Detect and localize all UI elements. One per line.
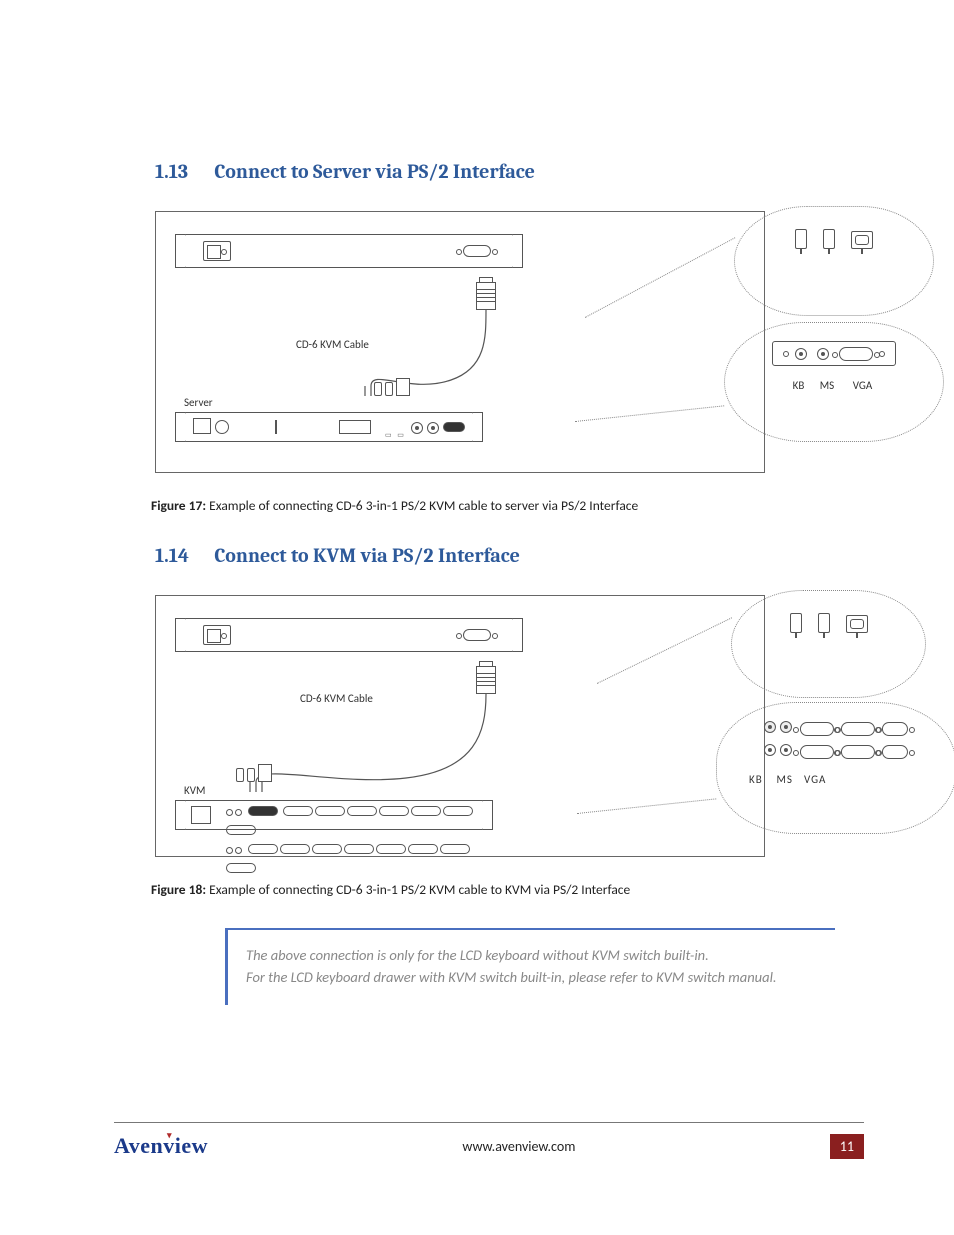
footer-url: www.avenview.com	[462, 1138, 575, 1155]
lcd-drawer-unit	[184, 234, 514, 268]
cable-path-icon	[236, 692, 506, 792]
figure-label: Figure 18:	[151, 881, 206, 898]
kb-label: KB	[749, 773, 773, 786]
section-title: Connect to Server via PS/2 Interface	[214, 160, 534, 183]
figure-17-caption: Figure 17: Example of connecting CD-6 3-…	[151, 497, 839, 514]
ms-label: MS	[814, 379, 840, 392]
brand-logo: Avenview ▾	[114, 1133, 208, 1159]
vga-plug-icon	[851, 231, 873, 249]
page-number: 11	[830, 1134, 864, 1159]
ps2-port-icon	[795, 348, 807, 360]
section-heading-114: 1.14 Connect to KVM via PS/2 Interface	[155, 544, 839, 567]
figure-18-caption: Figure 18: Example of connecting CD-6 3-…	[151, 881, 839, 898]
figure-label: Figure 17:	[151, 497, 206, 514]
callout-connectors	[731, 590, 926, 698]
ps2-plug-icon	[790, 613, 802, 633]
kb-label: KB	[786, 379, 812, 392]
cable-label: CD-6 KVM Cable	[296, 338, 369, 351]
ps2-plug-icon	[823, 229, 835, 249]
figure-18-diagram: CD-6 KVM Cable KVM	[155, 595, 765, 857]
callout-kvm-ports: KB MS VGA	[716, 702, 954, 834]
note-callout: The above connection is only for the LCD…	[225, 928, 835, 1005]
figure-caption-text: Example of connecting CD-6 3-in-1 PS/2 K…	[209, 497, 638, 514]
ps2-plug-icon	[795, 229, 807, 249]
section-number: 1.13	[155, 160, 210, 183]
section-number: 1.14	[155, 544, 210, 567]
figure-17-diagram: CD-6 KVM Cable Server ▭ ▭	[155, 211, 765, 473]
cable-fanout	[236, 764, 272, 782]
brand-dot-icon: ▾	[167, 1130, 172, 1141]
ps2-port-icon	[817, 348, 829, 360]
cable-label: CD-6 KVM Cable	[300, 692, 373, 705]
note-line-1: The above connection is only for the LCD…	[246, 944, 825, 966]
kvm-unit	[184, 800, 484, 830]
kvm-label: KVM	[184, 784, 205, 797]
vga-port-icon	[839, 347, 873, 361]
cable-vga-connector	[476, 282, 496, 310]
page-footer: Avenview ▾ www.avenview.com 11	[114, 1122, 864, 1159]
lcd-icon	[203, 241, 231, 261]
server-port-panel	[772, 341, 896, 366]
server-label: Server	[184, 396, 213, 409]
cable-vga-connector	[476, 666, 496, 694]
document-page: 1.13 Connect to Server via PS/2 Interfac…	[0, 0, 954, 1235]
lcd-drawer-unit	[184, 618, 514, 652]
brand-text: Avenview	[114, 1133, 208, 1158]
server-unit: ▭ ▭	[184, 412, 474, 442]
ms-label: MS	[777, 773, 801, 786]
kvm-port-panel	[764, 719, 908, 761]
section-title: Connect to KVM via PS/2 Interface	[214, 544, 520, 567]
section-heading-113: 1.13 Connect to Server via PS/2 Interfac…	[155, 160, 839, 183]
figure-caption-text: Example of connecting CD-6 3-in-1 PS/2 K…	[209, 881, 630, 898]
callout-connectors	[734, 206, 934, 316]
vga-port-icon	[463, 629, 491, 641]
callout-ports: KB MS VGA	[724, 322, 944, 442]
vga-port-icon	[463, 245, 491, 257]
vga-label: VGA	[804, 773, 838, 786]
vga-plug-icon	[846, 615, 868, 633]
ps2-plug-icon	[818, 613, 830, 633]
vga-label: VGA	[843, 379, 883, 392]
note-line-2: For the LCD keyboard drawer with KVM swi…	[246, 966, 825, 988]
lcd-icon	[203, 625, 231, 645]
cable-fanout	[374, 378, 410, 396]
